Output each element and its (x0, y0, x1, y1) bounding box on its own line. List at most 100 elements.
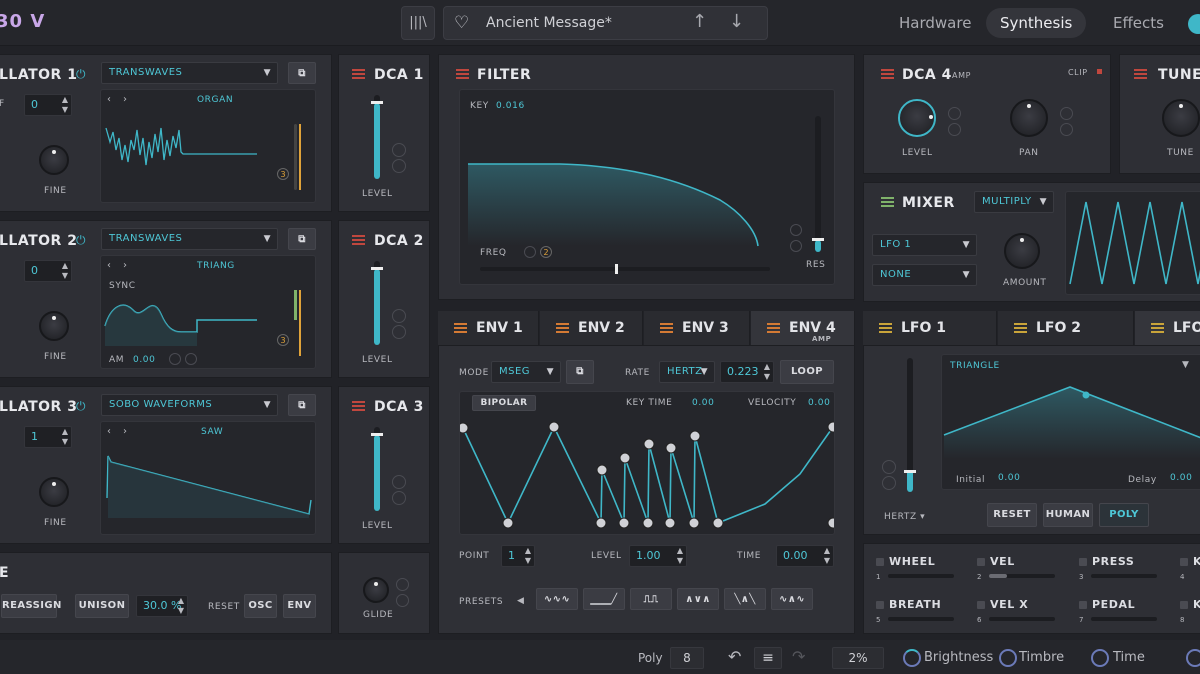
rate-unit-dropdown[interactable]: HERTZ ▼ (659, 361, 715, 383)
mod-ring[interactable] (882, 460, 896, 474)
copy-icon[interactable]: ⧉ (566, 360, 594, 384)
mod-ring[interactable] (392, 159, 406, 173)
tab-synthesis[interactable]: Synthesis (986, 8, 1087, 38)
poly-count[interactable]: 8 (670, 647, 704, 669)
reassign-button[interactable]: REASSIGN (1, 594, 61, 618)
mseg-display[interactable]: BIPOLAR KEY TIME 0.00 VELOCITY 0.00 (459, 391, 835, 535)
mod-ring[interactable] (392, 143, 406, 157)
menu-icon[interactable] (352, 401, 365, 411)
dca-4-level-knob[interactable] (898, 99, 936, 137)
env-preset-3[interactable]: ⎍⎍ (630, 588, 672, 610)
mod-ring[interactable] (392, 475, 406, 489)
tab-hardware[interactable]: Hardware (885, 8, 985, 38)
point-value[interactable]: 1 ▲ ▼ (501, 545, 535, 567)
level-value[interactable]: 1.00 ▲ ▼ (629, 545, 687, 567)
settings-toggle[interactable] (1188, 14, 1200, 34)
glide-knob[interactable] (363, 577, 389, 603)
rate-value[interactable]: 0.223 ▲ ▼ (720, 361, 774, 383)
mod-ring[interactable] (948, 107, 961, 120)
env-preset-5[interactable]: ╲∧╲ (724, 588, 766, 610)
power-icon[interactable]: ⏻ (76, 233, 86, 248)
lfo-poly-button[interactable]: POLY (1099, 503, 1149, 527)
oscillator-2-type-dropdown[interactable]: TRANSWAVES ▼ (101, 228, 278, 250)
unison-detune[interactable]: 30.0 % ▲ ▼ (136, 595, 188, 617)
mod-ring[interactable] (948, 123, 961, 136)
timbre-knob[interactable] (999, 649, 1017, 667)
mod-ring[interactable] (185, 353, 197, 365)
mod-ring[interactable] (1060, 107, 1073, 120)
env-preset-2[interactable]: ⎽⎽╱ (583, 588, 625, 610)
mixer-source-1-dropdown[interactable]: LFO 1 ▼ (872, 234, 977, 256)
reset-env-button[interactable]: ENV (283, 594, 316, 618)
dca-4-pan-knob[interactable] (1010, 99, 1048, 137)
mod-ring[interactable] (790, 224, 802, 236)
mode-dropdown[interactable]: MSEG ▼ (491, 361, 561, 383)
dca-2-level-slider[interactable] (371, 261, 383, 345)
tab-lfo-2[interactable]: LFO 2 (998, 311, 1134, 345)
tune-knob[interactable] (1162, 99, 1200, 137)
lfo-rate-slider[interactable] (904, 358, 916, 492)
mod-badge[interactable]: 2 (540, 246, 552, 258)
oscillator-3-fine-knob[interactable] (39, 477, 69, 507)
mod-ring[interactable] (882, 476, 896, 490)
brightness-knob[interactable] (903, 649, 921, 667)
lfo-unit-label[interactable]: HERTZ ▾ (884, 512, 925, 522)
mixer-source-2-dropdown[interactable]: NONE ▼ (872, 264, 977, 286)
oscillator-2-fine-knob[interactable] (39, 311, 69, 341)
mod-ring[interactable] (392, 325, 406, 339)
mod-ring[interactable] (169, 353, 181, 365)
mod-ring[interactable] (790, 240, 802, 252)
menu-icon[interactable] (881, 69, 894, 79)
env-preset-1[interactable]: ∿∿∿ (536, 588, 578, 610)
loop-button[interactable]: LOOP (780, 360, 834, 384)
dca-1-level-slider[interactable] (371, 95, 383, 179)
chevron-left-icon[interactable]: ◀ (517, 596, 525, 606)
mod-ring[interactable] (392, 491, 406, 505)
oscillator-3-octave[interactable]: 1 ▲ ▼ (24, 426, 72, 448)
env-preset-6[interactable]: ∿∧∿ (771, 588, 813, 610)
power-icon[interactable]: ⏻ (76, 399, 86, 414)
tab-env-2[interactable]: ENV 2 (540, 311, 643, 345)
library-icon[interactable]: |||\ (401, 6, 435, 40)
copy-icon[interactable]: ⧉ (288, 228, 316, 250)
menu-icon[interactable] (352, 69, 365, 79)
menu-icon[interactable]: ≡ (754, 647, 782, 669)
oscillator-2-octave[interactable]: 0 ▲ ▼ (24, 260, 72, 282)
mod-ring[interactable] (1060, 123, 1073, 136)
reset-osc-button[interactable]: OSC (244, 594, 277, 618)
lfo-human-button[interactable]: HUMAN (1043, 503, 1093, 527)
mod-ring[interactable] (392, 309, 406, 323)
delay-value[interactable]: 0.00 (1170, 473, 1192, 483)
freq-slider[interactable] (480, 264, 770, 274)
tab-effects[interactable]: Effects (1099, 8, 1178, 38)
tab-lfo-3[interactable]: LFO (1135, 311, 1200, 345)
mod-ring[interactable] (396, 578, 409, 591)
unison-button[interactable]: UNISON (75, 594, 129, 618)
menu-icon[interactable] (1134, 69, 1147, 79)
tab-env-3[interactable]: ENV 3 (644, 311, 750, 345)
mixer-mode-dropdown[interactable]: MULTIPLY ▼ (974, 191, 1054, 213)
tab-env-4[interactable]: ENV 4 AMP (751, 311, 855, 345)
oscillator-1-type-dropdown[interactable]: TRANSWAVES ▼ (101, 62, 278, 84)
menu-icon[interactable] (352, 235, 365, 245)
tab-env-1[interactable]: ENV 1 (438, 311, 539, 345)
power-icon[interactable]: ⏻ (76, 67, 86, 82)
mod-ring[interactable] (524, 246, 536, 258)
copy-icon[interactable]: ⧉ (288, 394, 316, 416)
resonance-slider[interactable] (812, 116, 824, 252)
oscillator-1-fine-knob[interactable] (39, 145, 69, 175)
initial-value[interactable]: 0.00 (998, 473, 1020, 483)
time-knob[interactable] (1091, 649, 1109, 667)
env-preset-4[interactable]: ∧∨∧ (677, 588, 719, 610)
am-value[interactable]: 0.00 (133, 355, 155, 365)
oscillator-3-type-dropdown[interactable]: SOBO WAVEFORMS ▼ (101, 394, 278, 416)
mod-badge[interactable]: 3 (277, 334, 289, 346)
time-value[interactable]: 0.00 ▲ ▼ (776, 545, 834, 567)
menu-icon[interactable] (456, 69, 469, 79)
macro-4-knob[interactable] (1186, 649, 1200, 667)
mixer-amount-knob[interactable] (1004, 233, 1040, 269)
copy-icon[interactable]: ⧉ (288, 62, 316, 84)
next-preset-icon[interactable]: ↓ (729, 11, 744, 32)
previous-preset-icon[interactable]: ↑ (692, 11, 707, 32)
lfo-reset-button[interactable]: RESET (987, 503, 1037, 527)
